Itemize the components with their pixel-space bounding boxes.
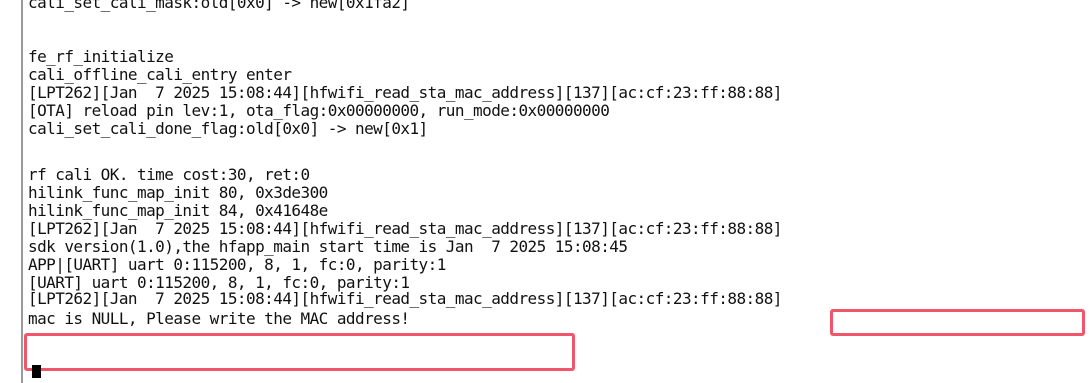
mac-address-highlight-box — [830, 309, 1085, 336]
log-line-17: mac is NULL, Please write the MAC addres… — [28, 309, 410, 328]
log-line-6: [OTA] reload pin lev:1, ota_flag:0x00000… — [28, 101, 610, 120]
log-line-12: [LPT262][Jan 7 2025 15:08:44][hfwifi_rea… — [28, 219, 782, 238]
log-line-7: cali_set_cali_done_flag:old[0x0] -> new[… — [28, 119, 428, 138]
log-line-5: [LPT262][Jan 7 2025 15:08:44][hfwifi_rea… — [28, 83, 782, 102]
log-line-1: cali_set_cali_mask:old[0x0] -> new[0x1fa… — [28, 0, 410, 12]
log-line-9: rf cali OK. time cost:30, ret:0 — [28, 165, 310, 184]
log-line-11: hilink_func_map_init 84, 0x41648e — [28, 201, 328, 220]
log-line-10: hilink_func_map_init 80, 0x3de300 — [28, 183, 328, 202]
terminal-cursor — [32, 365, 41, 378]
log-line-3: fe_rf_initialize — [28, 47, 174, 66]
log-line-16: [LPT262][Jan 7 2025 15:08:44][hfwifi_rea… — [28, 289, 782, 308]
serial-terminal-output[interactable]: cali_set_cali_mask:old[0x0] -> new[0x1fa… — [0, 0, 1089, 383]
error-message-highlight-box — [24, 333, 575, 371]
terminal-left-border — [21, 0, 23, 383]
log-line-14: APP|[UART] uart 0:115200, 8, 1, fc:0, pa… — [28, 255, 446, 274]
log-line-13: sdk version(1.0),the hfapp_main start ti… — [28, 237, 628, 256]
log-line-4: cali_offline_cali_entry enter — [28, 65, 292, 84]
